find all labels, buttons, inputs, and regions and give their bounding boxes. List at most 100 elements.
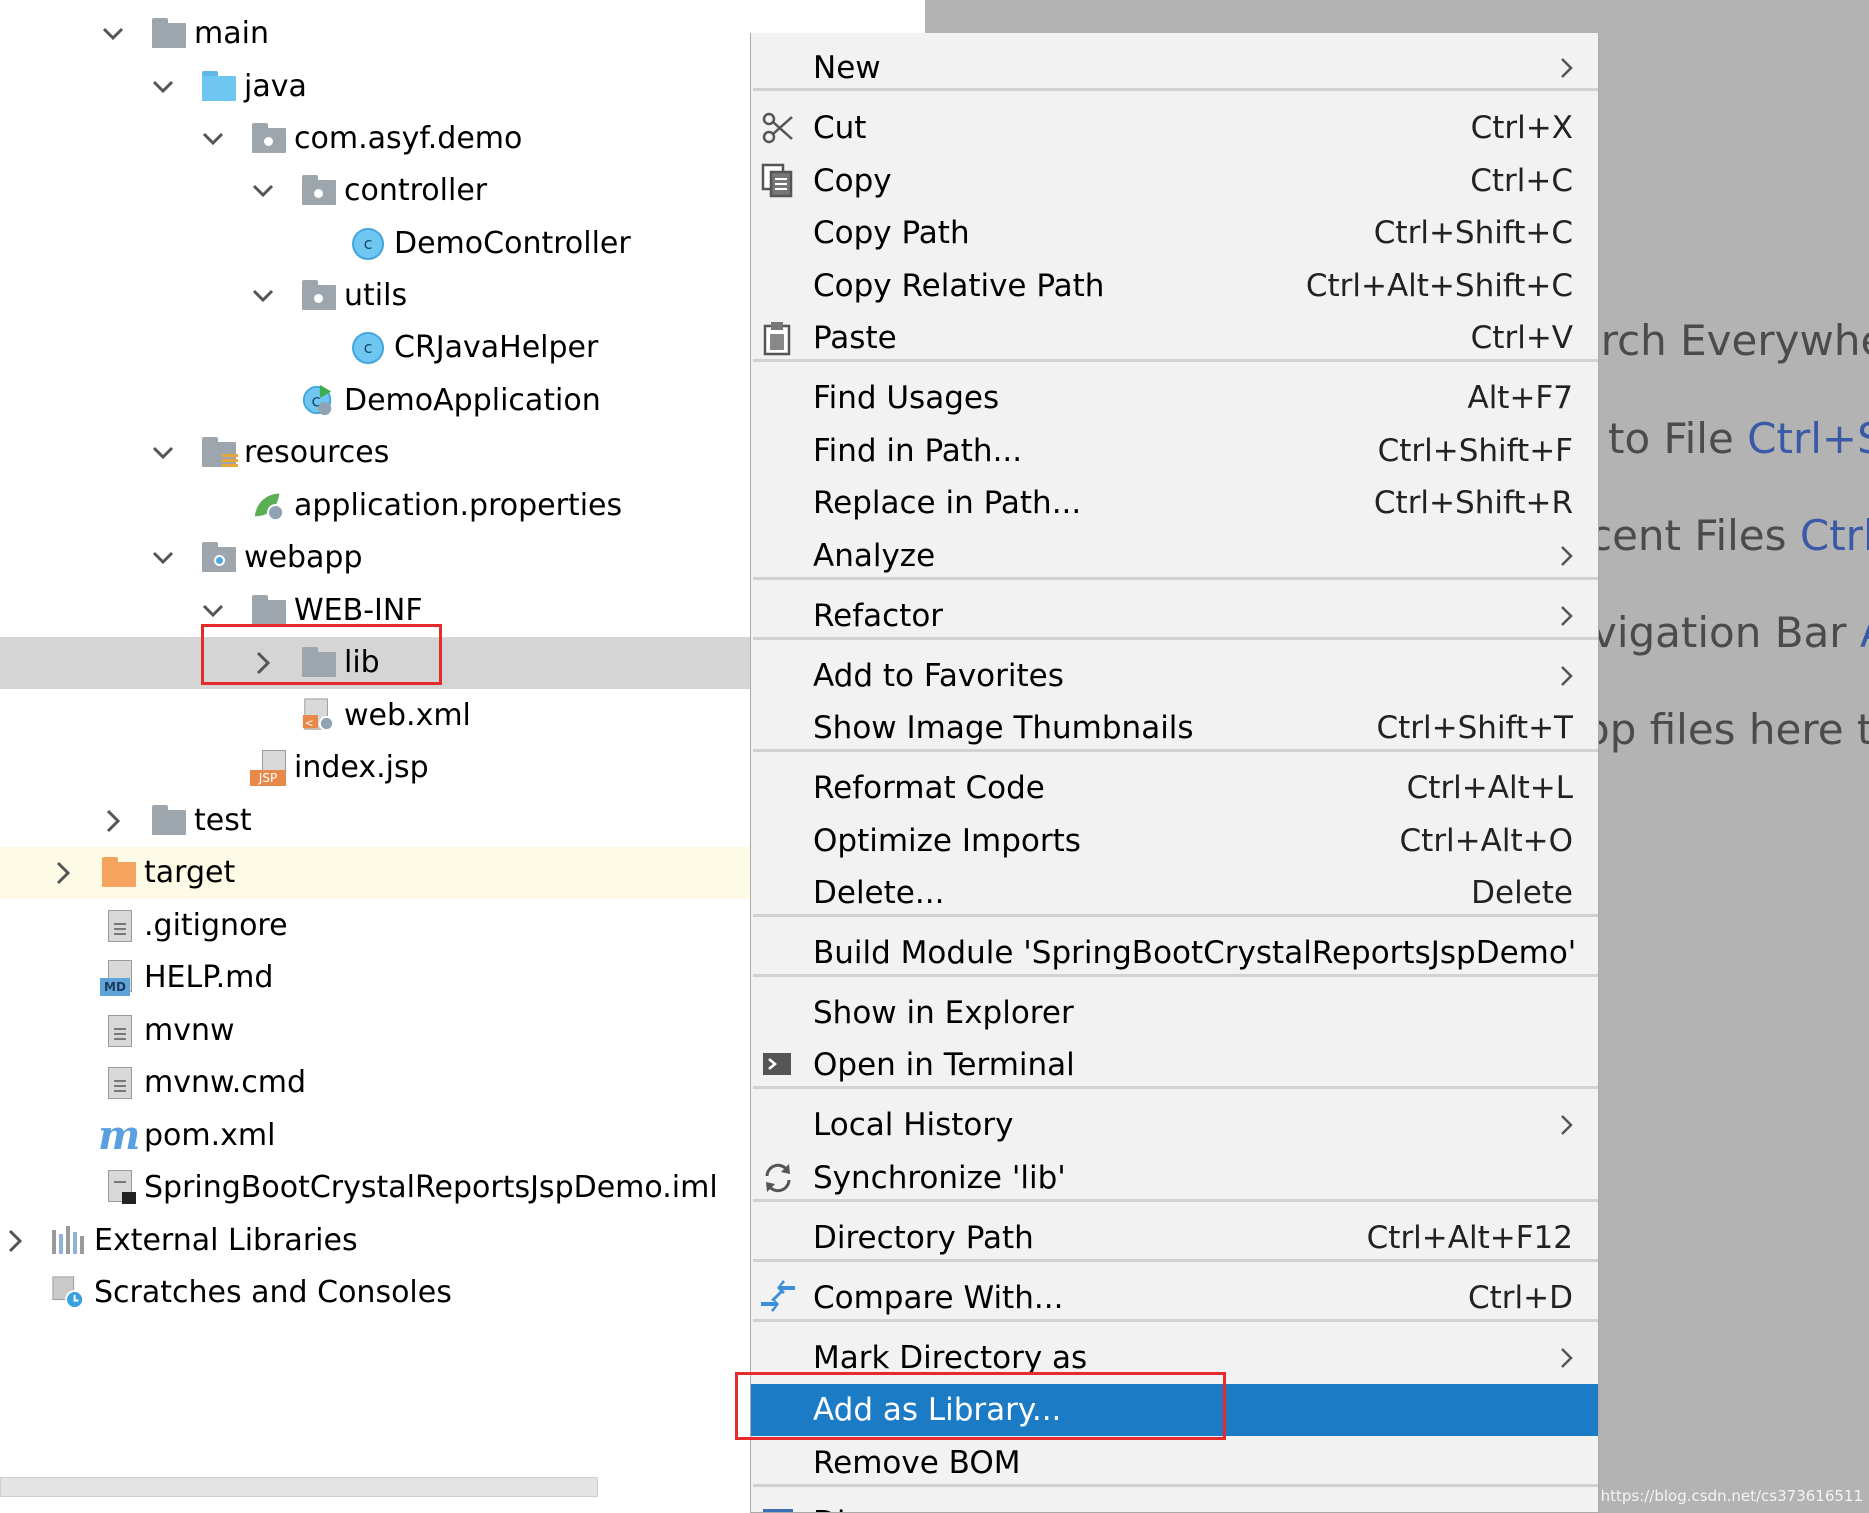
menu-separator [753,88,1598,91]
menu-separator [753,637,1598,640]
menu-item-open-in-terminal[interactable]: Open in Terminal [751,1039,1598,1091]
chevron-down-icon[interactable] [100,19,126,49]
tree-row-gitignore[interactable]: .gitignore [0,900,750,952]
tree-row-webapp[interactable]: webapp [0,532,750,584]
clipboard-icon [763,322,791,356]
tree-row-controller[interactable]: controller [0,165,750,217]
tree-label: pom.xml [144,1118,276,1153]
menu-item-reformat-code[interactable]: Reformat Code Ctrl+Alt+L [751,762,1598,814]
chevron-down-icon[interactable] [200,124,226,154]
chevron-right-icon [1552,1508,1582,1513]
menu-item-new[interactable]: New [751,42,1598,94]
menu-separator [753,914,1598,917]
chevron-right-icon[interactable] [100,806,126,836]
chevron-down-icon[interactable] [150,438,176,468]
tree-label: .gitignore [144,908,288,943]
menu-item-paste[interactable]: Paste Ctrl+V [751,312,1598,364]
scissors-icon [762,112,793,144]
tree-row-mvnw[interactable]: mvnw [0,1005,750,1057]
tree-row-demoapplication[interactable]: c DemoApplication [0,375,750,427]
tree-row-democontroller[interactable]: c DemoController [0,218,750,270]
tree-row-main[interactable]: main [0,8,750,60]
tree-row-utils[interactable]: utils [0,270,750,322]
text-file-icon [108,910,132,942]
tree-label: resources [244,435,390,470]
tree-row-scratches[interactable]: Scratches and Consoles [0,1267,750,1319]
menu-separator [753,1259,1598,1262]
tree-row-mvnw-cmd[interactable]: mvnw.cmd [0,1057,750,1109]
tree-label: CRJavaHelper [394,330,599,365]
chevron-down-icon[interactable] [250,281,276,311]
menu-item-build-module[interactable]: Build Module 'SpringBootCrystalReportsJs… [751,927,1598,979]
tree-row-index-jsp[interactable]: JSP index.jsp [0,742,750,794]
tree-row-external-libraries[interactable]: External Libraries [0,1215,750,1267]
editor-hint-drop-files: op files here to [1584,705,1869,754]
watermark: https://blog.csdn.net/cs373616511 [1600,1487,1863,1505]
menu-item-copy-path[interactable]: Copy Path Ctrl+Shift+C [751,207,1598,259]
menu-separator [753,749,1598,752]
menu-item-refactor[interactable]: Refactor [751,590,1598,642]
menu-item-directory-path[interactable]: Directory Path Ctrl+Alt+F12 [751,1212,1598,1264]
tree-label: target [144,855,236,890]
context-menu: New Cut Ctrl+X Copy Ctrl+C Copy Path Ctr… [750,33,1599,1513]
menu-item-analyze[interactable]: Analyze [751,530,1598,582]
menu-item-copy-relative-path[interactable]: Copy Relative Path Ctrl+Alt+Shift+C [751,260,1598,312]
chevron-right-icon [1561,1348,1573,1368]
chevron-right-icon [1561,1115,1573,1135]
menu-item-show-in-explorer[interactable]: Show in Explorer [751,987,1598,1039]
menu-item-diagrams[interactable]: Diagrams [751,1497,1598,1513]
tree-row-application-properties[interactable]: application.properties [0,480,750,532]
md-badge: MD [100,978,130,996]
tree-row-help-md[interactable]: MD HELP.md [0,952,750,1004]
horizontal-scrollbar[interactable] [0,1477,598,1497]
module-badge-icon [122,1192,136,1204]
chevron-down-icon[interactable] [150,543,176,573]
menu-item-add-to-favorites[interactable]: Add to Favorites [751,650,1598,702]
menu-item-compare-with[interactable]: Compare With... Ctrl+D [751,1272,1598,1324]
tree-row-resources[interactable]: resources [0,427,750,479]
menu-item-cut[interactable]: Cut Ctrl+X [751,102,1598,154]
annotation-highlight-lib [201,624,442,685]
menu-item-optimize-imports[interactable]: Optimize Imports Ctrl+Alt+O [751,815,1598,867]
tree-row-crjavahelper[interactable]: c CRJavaHelper [0,322,750,374]
terminal-icon [763,1053,791,1075]
tree-label: DemoApplication [344,383,601,418]
chevron-right-icon[interactable] [50,858,76,888]
tree-label: DemoController [394,226,631,261]
chevron-right-icon[interactable] [2,1226,28,1256]
chevron-down-icon[interactable] [250,176,276,206]
tree-row-package[interactable]: com.asyf.demo [0,113,750,165]
editor-hint-recent-files: cent Files Ctrl+ [1589,511,1869,560]
menu-item-copy[interactable]: Copy Ctrl+C [751,155,1598,207]
menu-item-local-history[interactable]: Local History [751,1099,1598,1151]
tree-label: HELP.md [144,960,274,995]
chevron-right-icon [1561,666,1573,686]
tree-label: controller [344,173,488,208]
class-icon: c [352,332,384,364]
class-icon: c [352,228,384,260]
maven-icon: m [98,1112,141,1159]
chevron-down-icon[interactable] [150,72,176,102]
tree-label: main [194,16,269,51]
tree-row-pom-xml[interactable]: m pom.xml [0,1110,750,1162]
menu-item-find-usages[interactable]: Find Usages Alt+F7 [751,372,1598,424]
menu-item-replace-in-path[interactable]: Replace in Path... Ctrl+Shift+R [751,477,1598,529]
menu-item-show-image-thumbnails[interactable]: Show Image Thumbnails Ctrl+Shift+T [751,702,1598,754]
compare-icon [761,1280,795,1312]
scratches-icon [52,1276,85,1309]
tree-row-iml[interactable]: SpringBootCrystalReportsJspDemo.iml [0,1162,750,1214]
chevron-down-icon[interactable] [200,596,226,626]
tree-row-web-xml[interactable]: < web.xml [0,690,750,742]
tree-row-java[interactable]: java [0,61,750,113]
xml-file-icon: < [302,698,335,732]
menu-separator [753,1086,1598,1089]
tree-row-test[interactable]: test [0,795,750,847]
menu-item-synchronize[interactable]: Synchronize 'lib' [751,1152,1598,1204]
jsp-badge: JSP [250,770,286,786]
annotation-highlight-add-as-library [735,1372,1226,1440]
menu-item-delete[interactable]: Delete... Delete [751,867,1598,919]
tree-row-target[interactable]: target [0,847,750,899]
menu-item-remove-bom[interactable]: Remove BOM [751,1437,1598,1489]
menu-item-find-in-path[interactable]: Find in Path... Ctrl+Shift+F [751,425,1598,477]
svg-text:<: < [305,717,314,729]
